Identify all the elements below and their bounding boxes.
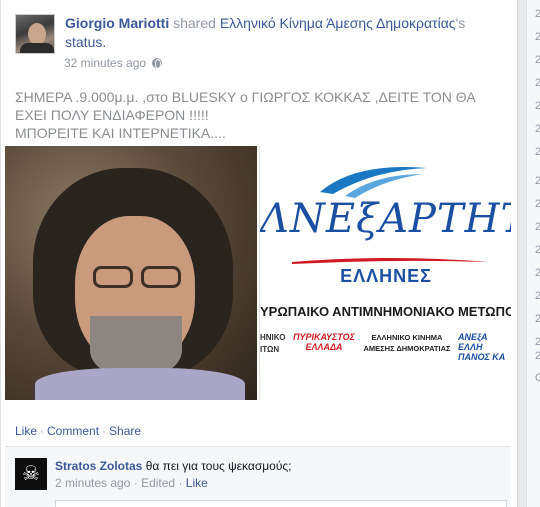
comment-text: θα πει για τους ψεκασμούς; bbox=[145, 459, 292, 473]
comment-body: Stratos Zolotas θα πει για τους ψεκασμού… bbox=[55, 459, 292, 473]
partner-a: ΗΝΙΚΟ ΙΤΩΝ bbox=[260, 333, 286, 354]
page-name-link[interactable]: Ελληνικό Κίνημα Άμεσης Δημοκρατίας bbox=[220, 15, 456, 31]
comment-input[interactable] bbox=[55, 500, 507, 507]
share-action-text: shared bbox=[173, 15, 216, 31]
swoosh-icon bbox=[320, 167, 427, 198]
scrollbar[interactable] bbox=[518, 0, 524, 507]
like-button[interactable]: Like bbox=[15, 424, 37, 438]
author-avatar[interactable] bbox=[15, 14, 55, 54]
right-column-item: 2 bbox=[535, 8, 540, 20]
right-column-item: 2 bbox=[535, 146, 540, 158]
party-logo-subtitle: ΕΛΛΗΝΕΣ bbox=[340, 266, 432, 286]
share-button[interactable]: Share bbox=[109, 424, 141, 438]
timestamp-link[interactable]: 32 minutes ago bbox=[64, 56, 146, 70]
story-header: Giorgio Mariotti shared Ελληνικό Κίνημα … bbox=[15, 14, 465, 60]
partner-c: ΕΛΛΗΝΙΚΟ ΚΙΝΗΜΑ ΑΜΕΣΗΣ ΔΗΜΟΚΡΑΤΙΑΣ bbox=[363, 333, 451, 353]
right-column-item: 2 bbox=[535, 175, 540, 187]
message-line: ΣΗΜΕΡΑ .9.000μ.μ. ,στο BLUESKY ο ΓΙΩΡΓΟΣ… bbox=[15, 89, 476, 105]
right-column-item: 2 bbox=[535, 123, 540, 135]
right-column-item: 2 bbox=[535, 267, 540, 279]
comment-button[interactable]: Comment bbox=[47, 424, 99, 438]
photo-attachments: ΛΝΕξΑΡΤΗΤΟΙ ΕΛΛΗΝΕΣ ΥΡΩΠΑΙΚΟ ΑΝΤΙΜΝΗΜΟΝΙ… bbox=[5, 146, 511, 400]
front-name: ΥΡΩΠΑΙΚΟ ΑΝΤΙΜΝΗΜΟΝΙΑΚΟ ΜΕΤΩΠΟ bbox=[260, 304, 511, 319]
partner-b: ΠΥΡΙΚΑΥΣΤΟΣ ΕΛΛΑΔΑ bbox=[293, 332, 355, 352]
comment-timestamp[interactable]: 2 minutes ago bbox=[55, 476, 130, 490]
commenter-name-link[interactable]: Stratos Zolotas bbox=[55, 459, 142, 473]
skull-icon[interactable]: ☠ bbox=[15, 458, 47, 490]
globe-icon[interactable] bbox=[152, 58, 163, 69]
partner-d: ΑΝΕξΑ ΕΛΛΗ ΠΑΝΟΣ ΚΑ bbox=[458, 332, 506, 362]
right-column-item: 2 bbox=[535, 31, 540, 43]
party-logo-title: ΛΝΕξΑΡΤΗΤΟΙ bbox=[260, 196, 511, 242]
edited-label[interactable]: Edited bbox=[141, 476, 175, 490]
right-column-item: 2 bbox=[535, 290, 540, 302]
right-column-item: 2 bbox=[535, 100, 540, 112]
right-column-item: 2 bbox=[535, 54, 540, 66]
story-meta: 32 minutes ago bbox=[64, 56, 163, 70]
right-column-item: C bbox=[535, 372, 540, 384]
message-line: ΜΠΟΡΕΙΤΕ ΚΑΙ ΙΝΤΕΡΝΕΤΙΚΑ.... bbox=[15, 125, 226, 141]
story-message: ΣΗΜΕΡΑ .9.000μ.μ. ,στο BLUESKY ο ΓΙΩΡΓΟΣ… bbox=[15, 88, 505, 142]
right-column-item: 2 bbox=[535, 336, 540, 348]
message-line: ΕΧΕΙ ΠΟΛΥ ΕΝΔΙΑΦΕΡΟΝ !!!!! bbox=[15, 107, 209, 123]
partner-logos: ΗΝΙΚΟ ΙΤΩΝ ΠΥΡΙΚΑΥΣΤΟΣ ΕΛΛΑΔΑ ΕΛΛΗΝΙΚΟ Κ… bbox=[260, 332, 511, 366]
comment-meta: 2 minutes ago · Edited · Like bbox=[55, 476, 208, 490]
right-column-item: 2 bbox=[535, 77, 540, 89]
right-column-item: 2 bbox=[535, 350, 540, 362]
feed-story: Giorgio Mariotti shared Ελληνικό Κίνημα … bbox=[0, 0, 518, 507]
party-logo-photo[interactable]: ΛΝΕξΑΡΤΗΤΟΙ ΕΛΛΗΝΕΣ ΥΡΩΠΑΙΚΟ ΑΝΤΙΜΝΗΜΟΝΙ… bbox=[259, 146, 511, 400]
right-column-item: 2 bbox=[535, 198, 540, 210]
possessive-text: 's bbox=[455, 15, 466, 31]
right-column-item: 2 bbox=[535, 221, 540, 233]
comment-like-button[interactable]: Like bbox=[186, 476, 208, 490]
right-column-item: 2 bbox=[535, 313, 540, 325]
author-name-link[interactable]: Giorgio Mariotti bbox=[65, 15, 169, 31]
status-link[interactable]: status. bbox=[65, 34, 106, 50]
right-column-item: 2 bbox=[535, 244, 540, 256]
right-column: 2 2 2 2 2 2 2 2 2 2 2 2 2 2 2 2 C bbox=[526, 0, 540, 507]
red-stripe-icon bbox=[292, 258, 488, 264]
portrait-photo[interactable] bbox=[5, 146, 257, 400]
story-actions: Like · Comment · Share bbox=[15, 424, 142, 438]
